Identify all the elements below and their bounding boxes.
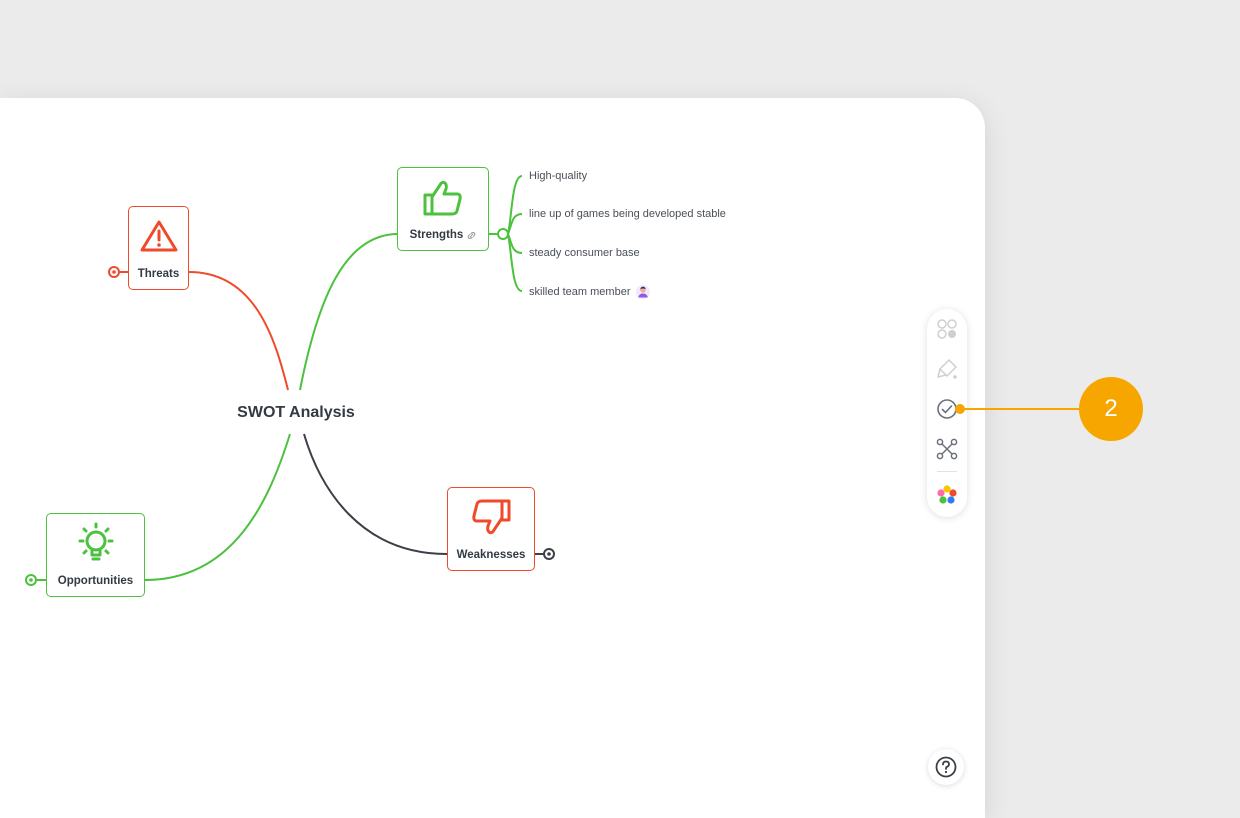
weaknesses-label: Weaknesses <box>456 549 526 561</box>
callout-dot <box>955 404 965 414</box>
threats-label: Threats <box>137 268 180 280</box>
strengths-label: Strengths <box>409 229 464 241</box>
branch-threats <box>188 271 289 391</box>
strength-item-1[interactable]: High-quality <box>529 170 587 182</box>
color-theme-icon[interactable] <box>935 483 959 507</box>
help-button[interactable] <box>928 749 964 785</box>
thumbs-up-icon <box>423 180 462 216</box>
branch-weaknesses <box>303 433 448 555</box>
strength-item-4[interactable]: skilled team member <box>529 286 630 298</box>
help-icon <box>935 756 957 778</box>
structure-icon[interactable] <box>935 437 959 461</box>
style-icon[interactable] <box>935 317 959 341</box>
opportunities-label: Opportunities <box>57 575 134 587</box>
strength-item-4-row: skilled team member <box>529 285 651 299</box>
link-icon[interactable] <box>467 231 476 240</box>
topic-strengths[interactable]: Strengths <box>397 167 489 251</box>
callout-number: 2 <box>1079 377 1143 441</box>
format-paint-icon[interactable] <box>935 357 959 381</box>
thumbs-down-icon <box>472 499 511 535</box>
toolbar-divider <box>937 471 957 472</box>
assignee-avatar-icon[interactable] <box>636 285 651 299</box>
topic-threats[interactable]: Threats <box>128 206 189 290</box>
central-topic[interactable]: SWOT Analysis <box>230 402 362 424</box>
mindmap-canvas[interactable]: SWOT Analysis Strengths High-quality lin… <box>0 98 985 818</box>
strength-item-3[interactable]: steady consumer base <box>529 247 640 259</box>
topic-opportunities[interactable]: Opportunities <box>46 513 145 597</box>
strength-item-2[interactable]: line up of games being developed stable <box>529 208 726 220</box>
branch-strengths <box>299 233 399 391</box>
topic-weaknesses[interactable]: Weaknesses <box>447 487 535 571</box>
branch-opportunities <box>144 433 291 581</box>
warning-icon <box>140 220 177 252</box>
callout-line <box>962 408 1080 410</box>
lightbulb-icon <box>78 522 113 561</box>
strengths-collapse-handle <box>497 228 509 240</box>
